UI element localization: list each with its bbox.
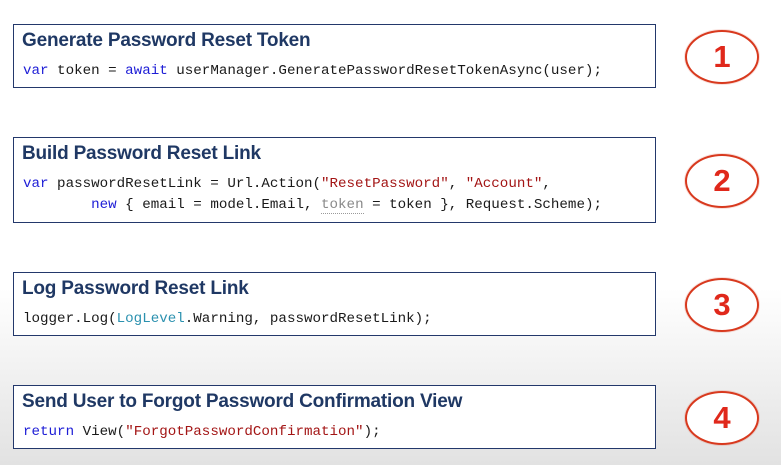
step-3-code: logger.Log(LogLevel.Warning, passwordRes… (23, 309, 432, 329)
code-string: "ForgotPasswordConfirmation" (125, 424, 364, 440)
code-text: = token }, Request.Scheme); (363, 197, 602, 213)
code-text: logger.Log( (23, 311, 117, 327)
step-4-badge: 4 (685, 391, 759, 445)
step-4-number: 4 (713, 400, 731, 435)
code-keyword: return (23, 424, 75, 440)
step-1-number: 1 (713, 39, 731, 74)
step-4-code: return View("ForgotPasswordConfirmation"… (23, 422, 381, 442)
step-1-box: Generate Password Reset Token var token … (13, 24, 656, 88)
step-1-badge: 1 (685, 30, 759, 84)
step-2-box: Build Password Reset Link var passwordRe… (13, 137, 656, 223)
step-3-number: 3 (713, 287, 731, 322)
code-text: userManager.GeneratePasswordResetTokenAs… (167, 63, 602, 79)
code-text: , (542, 176, 551, 192)
code-text: .Warning, passwordResetLink); (184, 311, 432, 327)
code-text: , (448, 176, 466, 192)
step-2-code-line-2: new { email = model.Email, token = token… (23, 195, 602, 215)
slide: { "steps": [ { "number": "1", "title": "… (0, 0, 781, 465)
code-text: passwordResetLink = Url.Action( (48, 176, 321, 192)
code-type: LogLevel (116, 311, 185, 327)
code-keyword: var (23, 176, 49, 192)
code-text: { email = model.Email, (116, 197, 322, 213)
step-4-title: Send User to Forgot Password Confirmatio… (22, 391, 463, 412)
code-muted-identifier: token (321, 197, 364, 214)
step-3-title: Log Password Reset Link (22, 278, 249, 299)
step-1-title: Generate Password Reset Token (22, 30, 311, 51)
code-text: token = (48, 63, 126, 79)
code-keyword: new (91, 197, 117, 213)
code-text: View( (74, 424, 126, 440)
code-keyword: await (125, 63, 168, 79)
step-1-code: var token = await userManager.GeneratePa… (23, 61, 602, 81)
step-2-badge: 2 (685, 154, 759, 208)
code-keyword: var (23, 63, 49, 79)
code-string: "ResetPassword" (321, 176, 449, 192)
code-text: ); (363, 424, 381, 440)
step-3-badge: 3 (685, 278, 759, 332)
code-string: "Account" (465, 176, 543, 192)
step-2-code-line-1: var passwordResetLink = Url.Action("Rese… (23, 174, 551, 194)
step-2-number: 2 (713, 163, 731, 198)
step-4-box: Send User to Forgot Password Confirmatio… (13, 385, 656, 449)
step-2-title: Build Password Reset Link (22, 143, 261, 164)
step-3-box: Log Password Reset Link logger.Log(LogLe… (13, 272, 656, 336)
